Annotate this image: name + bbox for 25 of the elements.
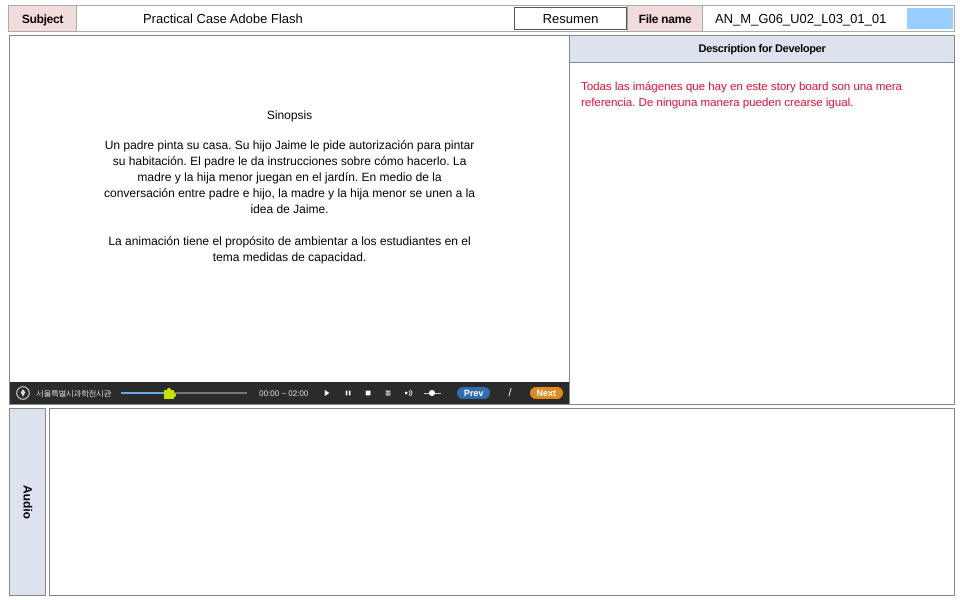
synopsis-paragraph: La animación tiene el propósito de ambientar a los estudiantes en el tema medidas de capacidad. [107, 233, 472, 265]
prev-button[interactable]: Prev [456, 387, 490, 399]
subject-label: Subject [9, 6, 77, 31]
developer-header: Description for Developer [570, 36, 954, 63]
synopsis-paragraph: Un padre pinta su casa. Su hijo Jaime le pide autorización para pintar su habitación. El padre le da instrucciones sobre cómo hacerlo. La madre y la hija menor juegan en el jardín. En medio de la conversación entre padre e hijo, la madre y la hija menor se unen a la idea de Jaime. [104, 137, 476, 217]
developer-note: Todas las imágenes que hay en este story board son una mera referencia. De ninguna manera pueden crearse igual. [581, 80, 903, 111]
synopsis-title: Sinopsis [266, 108, 312, 122]
file-name-label: File name [627, 6, 703, 31]
separator-slash: / [508, 387, 512, 399]
color-swatch [907, 8, 953, 29]
emblem-icon [16, 384, 30, 402]
next-button[interactable]: Next [530, 387, 564, 399]
subject-value: Practical Case Adobe Flash [142, 10, 304, 28]
pause-icon[interactable] [344, 389, 351, 397]
file-name-value: AN_M_G06_U02_L03_01_01 [714, 10, 888, 28]
puzzle-handle-icon[interactable] [162, 387, 176, 399]
section-name: Resumen [514, 7, 627, 30]
volume-handle[interactable] [429, 390, 436, 396]
audio-label: Audio [9, 408, 46, 596]
volume-icon[interactable] [405, 389, 414, 397]
menu-icon[interactable] [385, 389, 392, 397]
brand-text: 서울특별시과학전시관 [36, 388, 112, 398]
time-display: 00:00 ~ 02:00 [259, 388, 308, 398]
stop-icon[interactable] [364, 389, 371, 397]
play-icon[interactable] [324, 389, 331, 397]
